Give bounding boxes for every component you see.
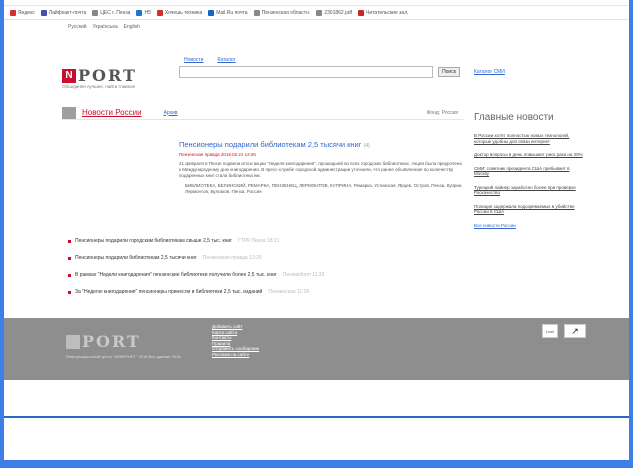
footer-copyright: Информационный центр "НЕВЕРНЕТ" 2018 Все… xyxy=(66,354,181,359)
article-body: 21 февраля в Пензе подвели итоги акции "… xyxy=(179,161,462,178)
scroll-up-icon[interactable]: ↗ xyxy=(564,324,586,338)
bullet-icon xyxy=(68,273,71,277)
bookmark-item[interactable]: ЦЕС г. Пенза xyxy=(92,9,131,16)
site-logo[interactable]: N PORT xyxy=(62,66,137,85)
bookmarks-bar: Яндекс Лайфхакт-почта ЦЕС г. Пенза Н5 Хочешь… xyxy=(4,6,629,20)
bookmark-label: Лайфхакт-почта xyxy=(48,9,87,16)
all-news-link[interactable]: Все новости России xyxy=(474,223,584,228)
site-footer: PORT Информационный центр "НЕВЕРНЕТ" 201… xyxy=(4,318,629,380)
news-list: Пенсионеры подарили городским библиотека… xyxy=(68,238,468,306)
bookmark-label: 2301862.pdf xyxy=(324,9,353,16)
section-header: Новости России Архив Фонд: Россия xyxy=(62,106,464,120)
bookmark-icon xyxy=(316,9,323,16)
sidebar-news-item[interactable]: В России хотят полностью новых технологи… xyxy=(474,133,584,144)
language-bar: Русский Українська English xyxy=(4,20,629,34)
bookmark-label: Яндекс xyxy=(18,9,35,16)
bookmark-item[interactable]: Н5 xyxy=(136,9,151,16)
bookmark-icon xyxy=(92,9,99,16)
bookmark-item[interactable]: Читательские зал. xyxy=(358,9,409,16)
list-item[interactable]: За "Неделю книгодарения" пенсионеры прин… xyxy=(68,289,468,295)
footer-links: Добавить сайт Карта сайта Контакты Прави… xyxy=(212,324,259,357)
footer-link[interactable]: Реклама на сайте xyxy=(212,352,259,358)
region-filter[interactable]: Фонд: Россия xyxy=(427,110,458,116)
logo-mark: N xyxy=(62,68,76,83)
list-item[interactable]: В рамках "Недели книгодарения" пензенски… xyxy=(68,272,468,278)
news-meta: Пензенская правда 13:26 xyxy=(202,255,262,261)
bookmark-label: Mail.Ru почта xyxy=(216,9,248,16)
bookmark-label: Хочешь техника xyxy=(164,9,203,16)
counter-badge[interactable]: LiveI xyxy=(542,324,558,338)
article-title-text[interactable]: Пенсионеры подарили библиотекам 2,5 тыся… xyxy=(179,140,361,149)
lead-article: Пенсионеры подарили библиотекам 2,5 тыся… xyxy=(179,140,464,195)
article-source-date[interactable]: Пензенская правда 2019.02.21 13:26 xyxy=(179,152,464,157)
logo-text: PORT xyxy=(78,66,137,85)
bookmark-item[interactable]: Пензенская областн. xyxy=(253,9,311,16)
archive-link[interactable]: Архив xyxy=(164,110,178,116)
bookmark-item[interactable]: Хочешь техника xyxy=(156,9,203,16)
sidebar-news-item[interactable]: СМИ: советник президента США пребывает в… xyxy=(474,166,584,177)
header-tabs: Новости Каталог xyxy=(184,57,236,63)
list-item[interactable]: Пенсионеры подарили городским библиотека… xyxy=(68,238,468,244)
footer-logo-mark xyxy=(66,334,80,349)
site-tagline: Объединяя лучшее, найти главное xyxy=(62,84,136,89)
article-count: (4) xyxy=(363,143,370,149)
section-title[interactable]: Новости России xyxy=(82,108,142,117)
bookmark-icon xyxy=(40,9,47,16)
bookmark-item[interactable]: Mail.Ru почта xyxy=(208,9,248,16)
screen-frame: Яндекс Лайфхакт-почта ЦЕС г. Пенза Н5 Хочешь… xyxy=(0,0,633,468)
bookmark-label: ЦЕС г. Пенза xyxy=(100,9,131,16)
bookmark-icon xyxy=(208,9,215,16)
bullet-icon xyxy=(68,290,71,294)
section-icon xyxy=(62,106,76,119)
footer-logo-text: PORT xyxy=(82,332,141,351)
bookmark-label: Н5 xyxy=(144,9,151,16)
bookmark-item[interactable]: Лайфхакт-почта xyxy=(40,9,87,16)
footer-link[interactable]: Отправить сообщение xyxy=(212,346,259,352)
bullet-icon xyxy=(68,239,71,243)
page-bottom xyxy=(4,418,629,460)
bookmark-label: Читательские зал. xyxy=(366,9,409,16)
media-catalog-link[interactable]: Каталог СМИ xyxy=(474,69,505,75)
article-title[interactable]: Пенсионеры подарили библиотекам 2,5 тыся… xyxy=(179,140,464,149)
bookmark-icon xyxy=(136,9,143,16)
lang-link[interactable]: English xyxy=(124,24,140,30)
bookmark-icon xyxy=(358,9,365,16)
search-input[interactable] xyxy=(179,66,433,78)
sidebar-news-item[interactable]: Доктор вопросы в день повышает риск рака… xyxy=(474,152,584,158)
bookmark-label: Пензенская областн. xyxy=(261,9,311,16)
search-button[interactable]: Поиск xyxy=(438,67,460,77)
sidebar-news-item[interactable]: Полиция задержала подозреваемых в убийст… xyxy=(474,204,584,215)
sidebar-title: Главные новости xyxy=(474,112,554,123)
bookmark-item[interactable]: Яндекс xyxy=(10,9,35,16)
lang-link[interactable]: Русский xyxy=(68,24,87,30)
list-item[interactable]: Пенсионеры подарили библиотекам 2,5 тыся… xyxy=(68,255,468,261)
news-link[interactable]: Пенсионеры подарили городским библиотека… xyxy=(75,238,232,244)
news-link[interactable]: В рамках "Недели книгодарения" пензенски… xyxy=(75,272,277,278)
sidebar-news-item[interactable]: Турецкий лайнер заработал более при пров… xyxy=(474,185,584,196)
bullet-icon xyxy=(68,256,71,260)
news-link[interactable]: За "Неделю книгодарения" пенсионеры прин… xyxy=(75,289,262,295)
news-link[interactable]: Пенсионеры подарили библиотекам 2,5 тыся… xyxy=(75,255,197,261)
bookmark-item[interactable]: 2301862.pdf xyxy=(316,9,353,16)
tab-catalog[interactable]: Каталог xyxy=(217,57,235,63)
news-meta: ГТРК Пенза 18:21 xyxy=(238,238,280,244)
lang-link[interactable]: Українська xyxy=(93,24,118,30)
top-news-sidebar: В России хотят полностью новых технологи… xyxy=(474,133,584,228)
bookmark-icon xyxy=(156,9,163,16)
browser-window: Яндекс Лайфхакт-почта ЦЕС г. Пенза Н5 Хочешь… xyxy=(4,0,629,460)
page-whitespace xyxy=(4,380,629,416)
article-tags: БИБЛИОТЕКА, БЕЛИНСКИЙ, РЕМАРКА, ПЕНЗЕНЕЦ… xyxy=(185,183,463,194)
tab-news[interactable]: Новости xyxy=(184,57,203,63)
news-meta: Пензенская 11:18 xyxy=(268,289,310,295)
bookmark-icon xyxy=(10,9,16,16)
bookmark-icon xyxy=(253,9,260,16)
news-meta: Пензаinform 11:33 xyxy=(282,272,325,278)
footer-logo[interactable]: PORT xyxy=(66,332,141,351)
